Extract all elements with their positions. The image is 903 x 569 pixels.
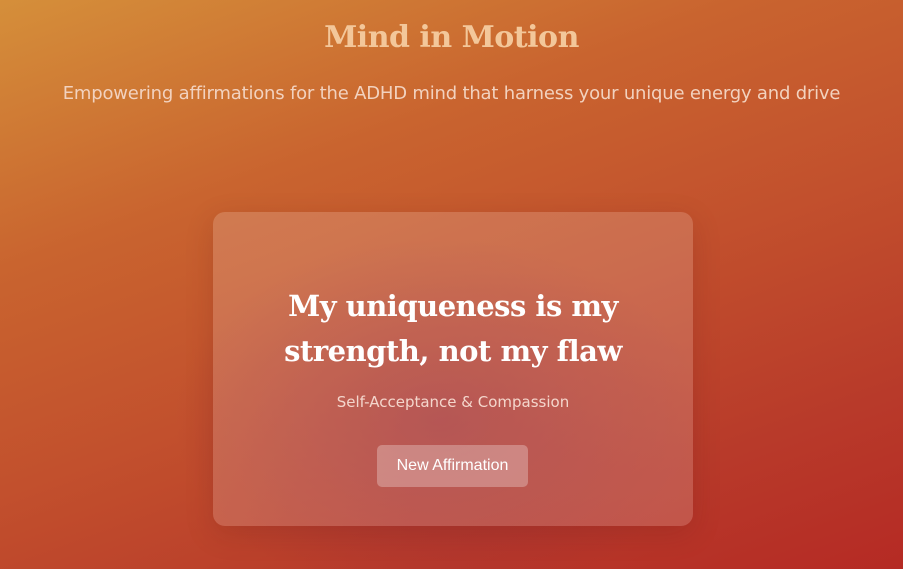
- page-title: Mind in Motion: [324, 20, 579, 55]
- affirmation-card: My uniqueness is my strength, not my fla…: [213, 212, 693, 526]
- new-affirmation-button[interactable]: New Affirmation: [377, 445, 528, 487]
- affirmation-category: Self-Acceptance & Compassion: [336, 393, 570, 411]
- affirmation-text: My uniqueness is my strength, not my fla…: [284, 289, 622, 368]
- page-subtitle: Empowering affirmations for the ADHD min…: [62, 83, 841, 104]
